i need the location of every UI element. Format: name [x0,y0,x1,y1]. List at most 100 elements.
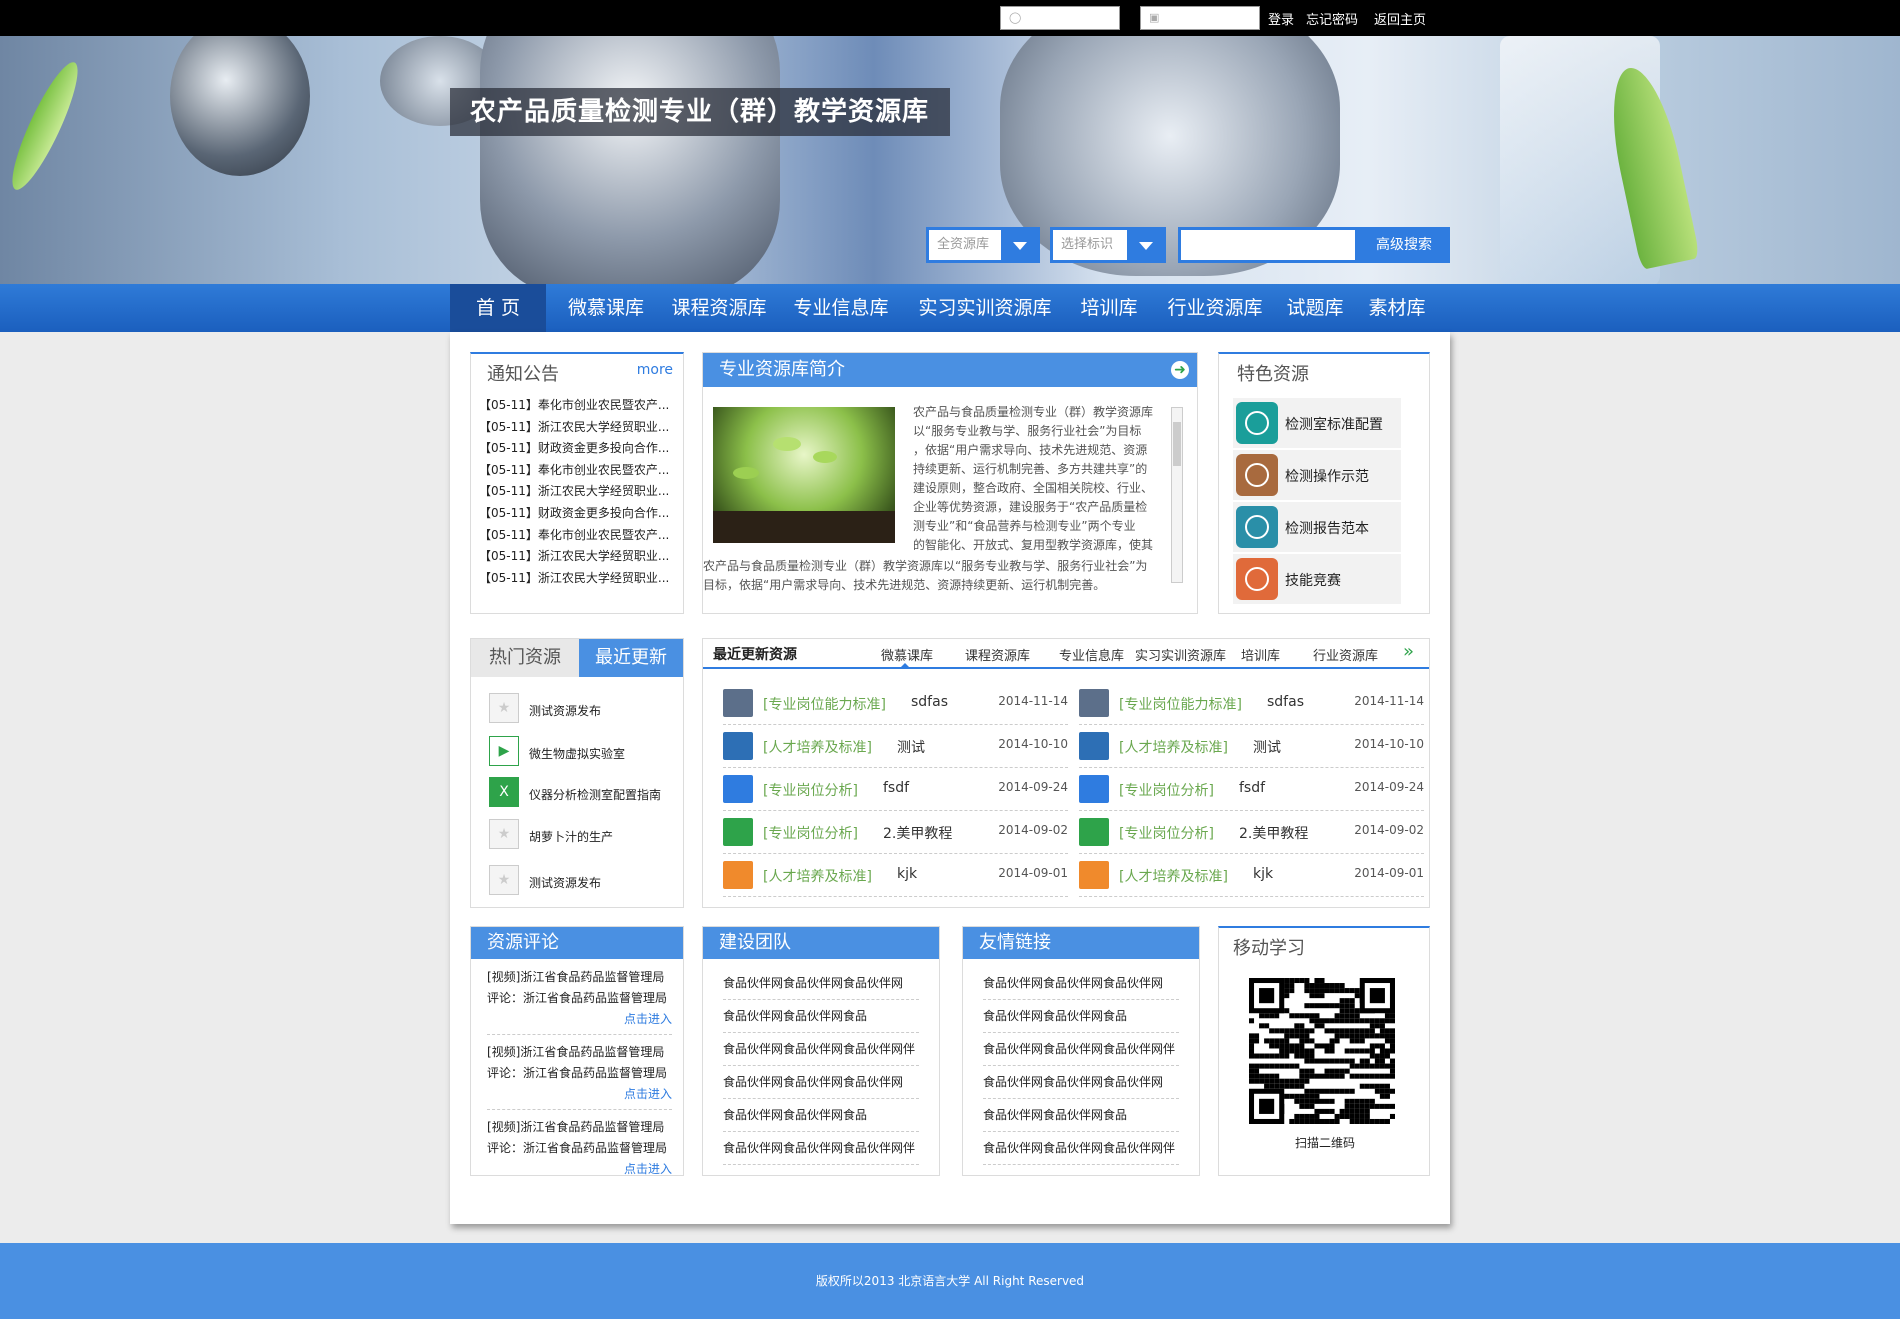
update-category: [专业岗位分析] [1119,826,1214,842]
nav-exam[interactable]: 试题库 [1282,284,1348,332]
friend-link[interactable]: 食品伙伴网食品伙伴网食品伙伴网 [983,967,1179,1000]
update-item[interactable]: [专业岗位分析] 2.美甲教程 2014-09-02 [1079,812,1424,854]
update-date: 2014-09-24 [1354,780,1424,794]
team-link[interactable]: 食品伙伴网食品伙伴网食品伙伴网伴 [723,1132,919,1165]
update-date: 2014-09-24 [998,780,1068,794]
update-item[interactable]: [人才培养及标准] kjk 2014-09-01 [723,855,1068,897]
update-category: [人才培养及标准] [763,869,872,885]
login-link[interactable]: 登录 [1268,9,1294,28]
comment-enter-link[interactable]: 点击进入 [487,1084,672,1105]
nav-material[interactable]: 素材库 [1362,284,1432,332]
nav-training[interactable]: 培训库 [1074,284,1144,332]
nav-course[interactable]: 课程资源库 [664,284,774,332]
notice-item[interactable]: 【05-11】奉化市创业农民暨农产... [479,526,669,543]
update-item[interactable]: [专业岗位能力标准] sdfas 2014-11-14 [1079,683,1424,725]
username-input[interactable]: ◯ [1000,6,1120,30]
notice-more-link[interactable]: more [637,362,673,378]
team-link[interactable]: 食品伙伴网食品伙伴网食品伙伴网 [723,1066,919,1099]
update-item[interactable]: [专业岗位分析] fsdf 2014-09-24 [723,769,1068,811]
footer: 版权所以2013 北京语言大学 All Right Reserved [0,1243,1900,1319]
featured-item[interactable]: 检测报告范本 [1233,502,1401,552]
search-input[interactable] [1178,227,1358,263]
update-item[interactable]: [人才培养及标准] 测试 2014-10-10 [1079,726,1424,768]
friend-link[interactable]: 食品伙伴网食品伙伴网食品 [983,1000,1179,1033]
notice-item[interactable]: 【05-11】奉化市创业农民暨农产... [479,396,669,413]
chevron-down-icon [1127,230,1163,260]
intro-panel: 专业资源库简介 ➜ 农产品与食品质量检测专业（群）教学资源库 以“服务专业教与学、… [702,352,1198,614]
screen-icon [1236,454,1278,496]
notice-item[interactable]: 【05-11】浙江农民大学经贸职业... [479,569,669,586]
resource-select[interactable]: 全资源库 [926,227,1040,263]
featured-label: 技能竞赛 [1285,573,1341,589]
update-item[interactable]: [人才培养及标准] kjk 2014-09-01 [1079,855,1424,897]
featured-item[interactable]: 检测室标准配置 [1233,398,1401,448]
intro-line: 持续更新、运行机制完善、多方共建共享”的 [913,462,1148,476]
featured-item[interactable]: 检测操作示范 [1233,450,1401,500]
team-link[interactable]: 食品伙伴网食品伙伴网食品 [723,1099,919,1132]
tab-latest-updates[interactable]: 最近更新 [579,639,683,677]
featured-title: 特色资源 [1237,364,1309,385]
tab-practice[interactable]: 实习实训资源库 [1135,645,1226,664]
word-icon [1079,775,1109,803]
notice-text: 财政资金更多投向合作... [537,506,670,520]
nav-mooc[interactable]: 微慕课库 [556,284,656,332]
tag-select[interactable]: 选择标识 [1050,227,1166,263]
nav-industry[interactable]: 行业资源库 [1160,284,1270,332]
mobile-title: 移动学习 [1233,938,1305,959]
comment-title[interactable]: [视频]浙江省食品药品监督管理局 [487,1042,672,1063]
hot-panel: 热门资源 最近更新 ★ 测试资源发布 ▶ 微生物虚拟实验室 X 仪器分析检测室配置指南 ★ 胡… [470,638,684,908]
notice-item[interactable]: 【05-11】财政资金更多投向合作... [479,439,669,456]
qr-code [1249,978,1395,1124]
tab-major-info[interactable]: 专业信息库 [1059,645,1124,664]
arrow-right-icon[interactable]: ➜ [1171,361,1189,379]
update-item[interactable]: [专业岗位分析] fsdf 2014-09-24 [1079,769,1424,811]
team-link[interactable]: 食品伙伴网食品伙伴网食品伙伴网伴 [723,1033,919,1066]
hot-label: 仪器分析检测室配置指南 [529,788,662,802]
friend-link[interactable]: 食品伙伴网食品伙伴网食品伙伴网 [983,1066,1179,1099]
comment-title[interactable]: [视频]浙江省食品药品监督管理局 [487,1117,672,1138]
team-link[interactable]: 食品伙伴网食品伙伴网食品 [723,1000,919,1033]
tab-mooc[interactable]: 微慕课库 [881,645,933,664]
links-title: 友情链接 [963,927,1199,959]
notice-item[interactable]: 【05-11】浙江农民大学经贸职业... [479,418,669,435]
friend-link[interactable]: 食品伙伴网食品伙伴网食品伙伴网伴 [983,1033,1179,1066]
update-date: 2014-11-14 [998,694,1068,708]
tab-course[interactable]: 课程资源库 [965,645,1030,664]
nav-practice[interactable]: 实习实训资源库 [910,284,1060,332]
nav-home[interactable]: 首 页 [450,284,546,332]
friend-link[interactable]: 食品伙伴网食品伙伴网食品 [983,1099,1179,1132]
update-name: 测试 [1253,740,1281,756]
notice-item[interactable]: 【05-11】财政资金更多投向合作... [479,504,669,521]
forgot-password-link[interactable]: 忘记密码 [1306,9,1358,28]
advanced-search-button[interactable]: 高级搜索 [1358,227,1450,263]
comment-title[interactable]: [视频]浙江省食品药品监督管理局 [487,967,672,988]
word-icon [723,775,753,803]
notice-item[interactable]: 【05-11】奉化市创业农民暨农产... [479,461,669,478]
notice-item[interactable]: 【05-11】浙江农民大学经贸职业... [479,547,669,564]
more-tabs-icon[interactable]: » [1403,641,1414,662]
update-item[interactable]: [专业岗位能力标准] sdfas 2014-11-14 [723,683,1068,725]
update-item[interactable]: [人才培养及标准] 测试 2014-10-10 [723,726,1068,768]
update-date: 2014-09-01 [1354,866,1424,880]
password-input[interactable]: ▣ [1140,6,1260,30]
featured-item[interactable]: 技能竞赛 [1233,554,1401,604]
home-link[interactable]: 返回主页 [1374,9,1426,28]
notice-item[interactable]: 【05-11】浙江农民大学经贸职业... [479,482,669,499]
intro-scrollbar[interactable] [1171,407,1183,583]
friend-link[interactable]: 食品伙伴网食品伙伴网食品伙伴网伴 [983,1132,1179,1165]
notice-date: 【05-11】 [479,441,538,456]
comment-enter-link[interactable]: 点击进入 [487,1159,672,1180]
tab-training[interactable]: 培训库 [1241,645,1280,664]
comment-enter-link[interactable]: 点击进入 [487,1009,672,1030]
nav-major-info[interactable]: 专业信息库 [786,284,896,332]
hot-label: 胡萝卜汁的生产 [529,830,614,844]
team-link[interactable]: 食品伙伴网食品伙伴网食品伙伴网 [723,967,919,1000]
tab-industry[interactable]: 行业资源库 [1313,645,1378,664]
updates-panel: 最近更新资源 微慕课库 课程资源库 专业信息库 实习实训资源库 培训库 行业资源… [702,638,1430,908]
comment-item: [视频]浙江省食品药品监督管理局 评论：浙江省食品药品监督管理局 点击进入 [487,1117,672,1180]
featured-label: 检测室标准配置 [1285,417,1383,433]
update-item[interactable]: [专业岗位分析] 2.美甲教程 2014-09-02 [723,812,1068,854]
tab-hot-resources[interactable]: 热门资源 [471,639,579,677]
comment-item: [视频]浙江省食品药品监督管理局 评论：浙江省食品药品监督管理局 点击进入 [487,967,672,1035]
notice-date: 【05-11】 [479,398,538,412]
